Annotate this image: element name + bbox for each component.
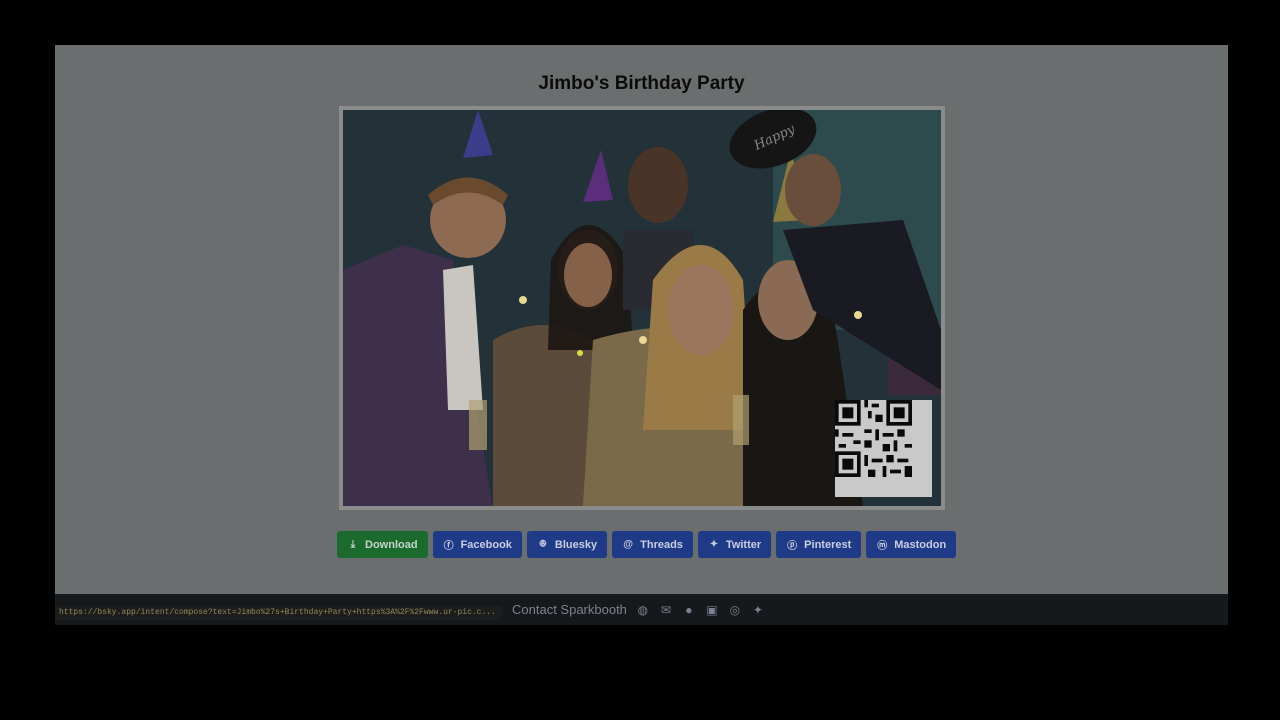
status-bar-url: https://bsky.app/intent/compose?text=Jim… (55, 606, 502, 620)
facebook-button-label: Facebook (460, 538, 512, 551)
browser-page: Jimbo's Birthday Party Happy ⤓ Download … (55, 45, 1228, 625)
pinterest-button-label: Pinterest (804, 538, 852, 551)
mastodon-icon: ⓜ (877, 541, 888, 552)
contact-link[interactable]: Contact Sparkbooth (512, 602, 627, 617)
photo-frame: Happy (339, 106, 945, 510)
facebook-share-button[interactable]: ⓕ Facebook (432, 531, 522, 558)
download-icon: ⤓ (350, 539, 356, 550)
threads-share-button[interactable]: @ Threads (612, 531, 693, 558)
qr-code (835, 400, 932, 497)
threads-icon: @ (623, 539, 633, 550)
twitter-button-label: Twitter (725, 538, 762, 551)
mastodon-button-label: Mastodon (894, 538, 947, 551)
footer: https://bsky.app/intent/compose?text=Jim… (55, 594, 1228, 625)
linkedin-icon[interactable]: ▣ (705, 603, 719, 617)
twitter-icon[interactable]: ✦ (751, 603, 765, 617)
threads-button-label: Threads (640, 538, 683, 551)
bluesky-button-label: Bluesky (554, 538, 598, 551)
bluesky-share-button[interactable]: ꔮ Bluesky (526, 531, 608, 558)
download-button-label: Download (365, 538, 418, 551)
globe-icon[interactable]: ◍ (636, 603, 650, 617)
facebook-icon: ⓕ (443, 541, 454, 552)
mail-icon[interactable]: ✉ (659, 603, 673, 617)
bluesky-icon: ꔮ (539, 539, 547, 550)
facebook-icon[interactable]: ● (682, 603, 696, 617)
qr-code-icon (835, 400, 912, 477)
mastodon-share-button[interactable]: ⓜ Mastodon (866, 531, 957, 558)
pinterest-icon: ⓟ (787, 541, 798, 552)
instagram-icon[interactable]: ◎ (728, 603, 742, 617)
download-button[interactable]: ⤓ Download (337, 531, 428, 558)
share-button-bar: ⤓ Download ⓕ Facebook ꔮ Bluesky @ Thread… (337, 531, 957, 558)
twitter-icon: ✦ (709, 539, 719, 550)
page-title: Jimbo's Birthday Party (538, 73, 745, 94)
pinterest-share-button[interactable]: ⓟ Pinterest (776, 531, 862, 558)
footer-contact: Contact Sparkbooth ◍ ✉ ● ▣ ◎ ✦ (512, 602, 765, 617)
twitter-share-button[interactable]: ✦ Twitter (697, 531, 772, 558)
party-photo: Happy (343, 110, 941, 506)
